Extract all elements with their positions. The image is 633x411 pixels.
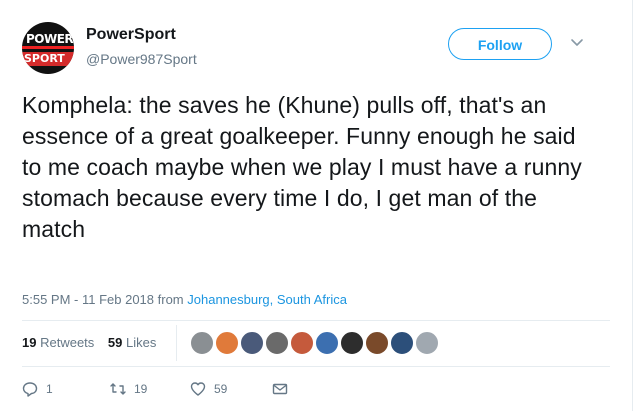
liker-avatar[interactable] (415, 331, 439, 355)
display-name[interactable]: PowerSport (86, 26, 176, 44)
heart-icon (190, 382, 206, 396)
from-label: from (157, 292, 184, 307)
liker-avatar[interactable] (265, 331, 289, 355)
retweets-stat[interactable]: 19 Retweets (22, 335, 94, 350)
envelope-icon (272, 383, 288, 395)
likes-count: 59 (107, 335, 123, 350)
avatar-logo-subtext: SPORT (22, 52, 74, 66)
liker-avatar[interactable] (340, 331, 364, 355)
retweet-button[interactable]: 19 (110, 378, 147, 400)
reply-button[interactable]: 1 (22, 378, 53, 400)
like-count: 59 (214, 382, 228, 396)
liker-avatar[interactable] (365, 331, 389, 355)
retweet-count: 19 (134, 382, 148, 396)
follow-button[interactable]: Follow (448, 28, 552, 60)
direct-message-button[interactable] (272, 378, 296, 400)
divider (22, 320, 610, 321)
retweet-icon (110, 383, 126, 395)
user-handle[interactable]: @Power987Sport (86, 51, 197, 67)
timestamp[interactable]: 5:55 PM - 11 Feb 2018 (22, 292, 154, 307)
tweet-header: POWER SPORT PowerSport @Power987Sport Fo… (22, 18, 603, 74)
liker-avatar[interactable] (215, 331, 239, 355)
liker-avatar[interactable] (290, 331, 314, 355)
reply-count: 1 (46, 382, 53, 396)
reply-icon (22, 382, 38, 397)
avatar-logo-stripe (22, 46, 74, 49)
divider (22, 366, 610, 367)
likes-label: Likes (126, 335, 157, 350)
engagement-stats: 19 Retweets 59 Likes (22, 335, 156, 350)
tweet-text: Komphela: the saves he (Khune) pulls off… (22, 92, 582, 242)
liker-avatar[interactable] (315, 331, 339, 355)
likes-stat[interactable]: 59 Likes (108, 335, 156, 350)
liker-avatar[interactable] (240, 331, 264, 355)
tweet-metadata: 5:55 PM - 11 Feb 2018 from Johannesburg,… (22, 292, 347, 307)
avatar[interactable]: POWER SPORT (22, 22, 74, 74)
retweets-label: Retweets (40, 335, 95, 350)
like-button[interactable]: 59 (190, 378, 227, 400)
liker-avatar[interactable] (390, 331, 414, 355)
avatar-logo-text: POWER (26, 32, 74, 46)
liker-avatar[interactable] (190, 331, 214, 355)
location-link[interactable]: Johannesburg, South Africa (187, 292, 347, 307)
retweets-count: 19 (22, 335, 37, 350)
chevron-down-icon[interactable] (570, 36, 584, 50)
stats-separator (176, 325, 177, 361)
